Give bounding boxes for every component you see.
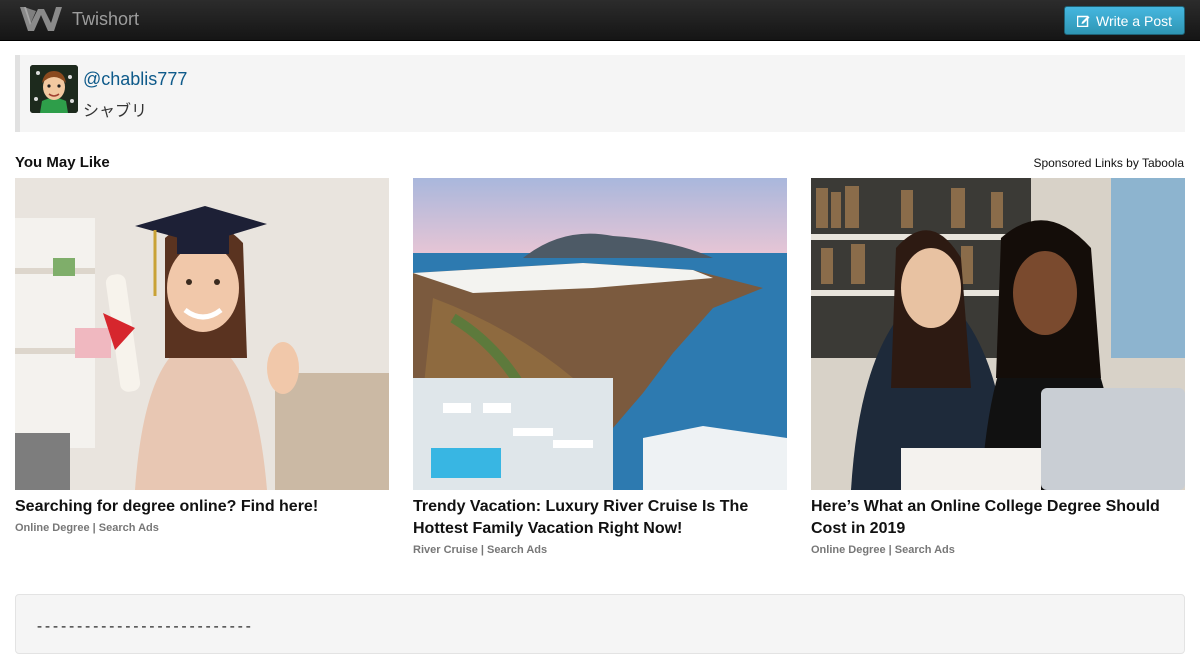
- students-photo[interactable]: [811, 178, 1185, 490]
- recommendation-card[interactable]: Here’s What an Online College Degree Sho…: [811, 178, 1185, 556]
- author-panel: @chablis777 シャブリ: [15, 55, 1185, 132]
- avatar[interactable]: [30, 65, 78, 113]
- recommendation-source: Online Degree | Search Ads: [811, 544, 955, 556]
- top-navbar: Twishort Write a Post: [0, 0, 1200, 41]
- recommendation-headline[interactable]: Here’s What an Online College Degree Sho…: [811, 496, 1185, 540]
- recommendation-headline[interactable]: Searching for degree online? Find here!: [15, 496, 389, 518]
- write-post-label: Write a Post: [1096, 12, 1172, 29]
- twishort-logo-icon[interactable]: [18, 5, 64, 33]
- post-content-box: ---------------------------: [15, 594, 1185, 654]
- coastline-photo[interactable]: [413, 178, 787, 490]
- post-divider-text: ---------------------------: [35, 617, 253, 635]
- recommendations-title: You May Like: [15, 154, 110, 171]
- sponsored-links-label[interactable]: Sponsored Links by Taboola: [1033, 156, 1184, 170]
- recommendation-source: River Cruise | Search Ads: [413, 544, 548, 556]
- author-name: シャブリ: [83, 103, 148, 120]
- recommendation-card[interactable]: Trendy Vacation: Luxury River Cruise Is …: [413, 178, 787, 556]
- avatar-image: [30, 65, 78, 113]
- brand-name[interactable]: Twishort: [72, 9, 139, 30]
- recommendation-source: Online Degree | Search Ads: [15, 522, 159, 534]
- graduate-photo[interactable]: [15, 178, 389, 490]
- edit-icon: [1077, 15, 1090, 27]
- recommendation-headline[interactable]: Trendy Vacation: Luxury River Cruise Is …: [413, 496, 787, 540]
- recommendation-card[interactable]: Searching for degree online? Find here! …: [15, 178, 389, 534]
- author-handle-link[interactable]: @chablis777: [83, 69, 187, 90]
- write-post-button[interactable]: Write a Post: [1064, 6, 1185, 35]
